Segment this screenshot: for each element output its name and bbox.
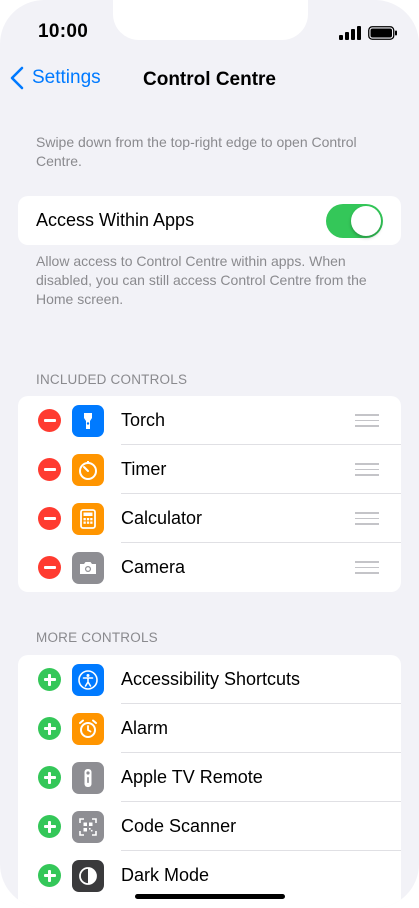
timer-icon — [72, 454, 104, 486]
qr-code-icon — [72, 811, 104, 843]
access-footer-text: Allow access to Control Centre within ap… — [36, 253, 367, 307]
control-row-torch[interactable]: Torch — [18, 396, 401, 445]
home-indicator[interactable] — [135, 894, 285, 899]
control-label: Camera — [121, 557, 186, 577]
navigation-bar: Settings Control Centre — [0, 62, 419, 100]
remove-calculator-button[interactable] — [38, 507, 61, 530]
calculator-icon — [72, 503, 104, 535]
remove-torch-button[interactable] — [38, 409, 61, 432]
control-label: Timer — [121, 459, 167, 479]
control-label: Accessibility Shortcuts — [121, 669, 301, 689]
control-label: Code Scanner — [121, 816, 237, 836]
control-row-apple-tv-remote[interactable]: Apple TV Remote — [18, 753, 401, 802]
access-within-apps-card: Access Within Apps — [18, 196, 401, 245]
more-controls-list: Accessibility Shortcuts Alarm Apple TV R… — [18, 655, 401, 908]
alarm-icon — [72, 713, 104, 745]
control-row-accessibility-shortcuts[interactable]: Accessibility Shortcuts — [18, 655, 401, 704]
access-within-apps-toggle[interactable] — [326, 203, 383, 238]
remove-timer-button[interactable] — [38, 458, 61, 481]
control-row-code-scanner[interactable]: Code Scanner — [18, 802, 401, 851]
dark-mode-icon — [72, 860, 104, 892]
remove-camera-button[interactable] — [38, 556, 61, 579]
battery-icon — [368, 26, 397, 40]
control-row-timer[interactable]: Timer — [18, 445, 401, 494]
add-dark-mode-button[interactable] — [38, 864, 61, 887]
control-row-dark-mode[interactable]: Dark Mode — [18, 851, 401, 900]
reorder-handle[interactable] — [355, 463, 379, 476]
control-label: Dark Mode — [121, 865, 210, 885]
phone-screen: 10:00 Settings Control Centre Swipe down… — [0, 0, 419, 908]
included-controls-list: Torch Timer Calculator Camera — [18, 396, 401, 592]
control-label: Alarm — [121, 718, 169, 738]
control-label: Apple TV Remote — [121, 767, 263, 787]
control-label: Calculator — [121, 508, 203, 528]
more-controls-header: MORE CONTROLS — [36, 630, 158, 645]
control-label: Torch — [121, 410, 166, 430]
control-row-alarm[interactable]: Alarm — [18, 704, 401, 753]
access-within-apps-row: Access Within Apps — [18, 196, 401, 245]
add-apple-tv-remote-button[interactable] — [38, 766, 61, 789]
reorder-handle[interactable] — [355, 414, 379, 427]
torch-icon — [72, 405, 104, 437]
toggle-knob — [351, 205, 381, 236]
cellular-signal-icon — [339, 26, 361, 40]
accessibility-icon — [72, 664, 104, 696]
access-within-apps-label: Access Within Apps — [36, 210, 195, 230]
reorder-handle[interactable] — [355, 512, 379, 525]
add-alarm-button[interactable] — [38, 717, 61, 740]
add-accessibility-shortcuts-button[interactable] — [38, 668, 61, 691]
reorder-handle[interactable] — [355, 561, 379, 574]
included-controls-header: INCLUDED CONTROLS — [36, 372, 188, 387]
status-time: 10:00 — [38, 21, 89, 42]
camera-icon — [72, 552, 104, 584]
tv-remote-icon — [72, 762, 104, 794]
page-title: Control Centre — [143, 69, 276, 90]
control-row-camera[interactable]: Camera — [18, 543, 401, 592]
add-code-scanner-button[interactable] — [38, 815, 61, 838]
notch — [113, 0, 308, 40]
intro-text: Swipe down from the top-right edge to op… — [36, 134, 357, 169]
control-row-calculator[interactable]: Calculator — [18, 494, 401, 543]
